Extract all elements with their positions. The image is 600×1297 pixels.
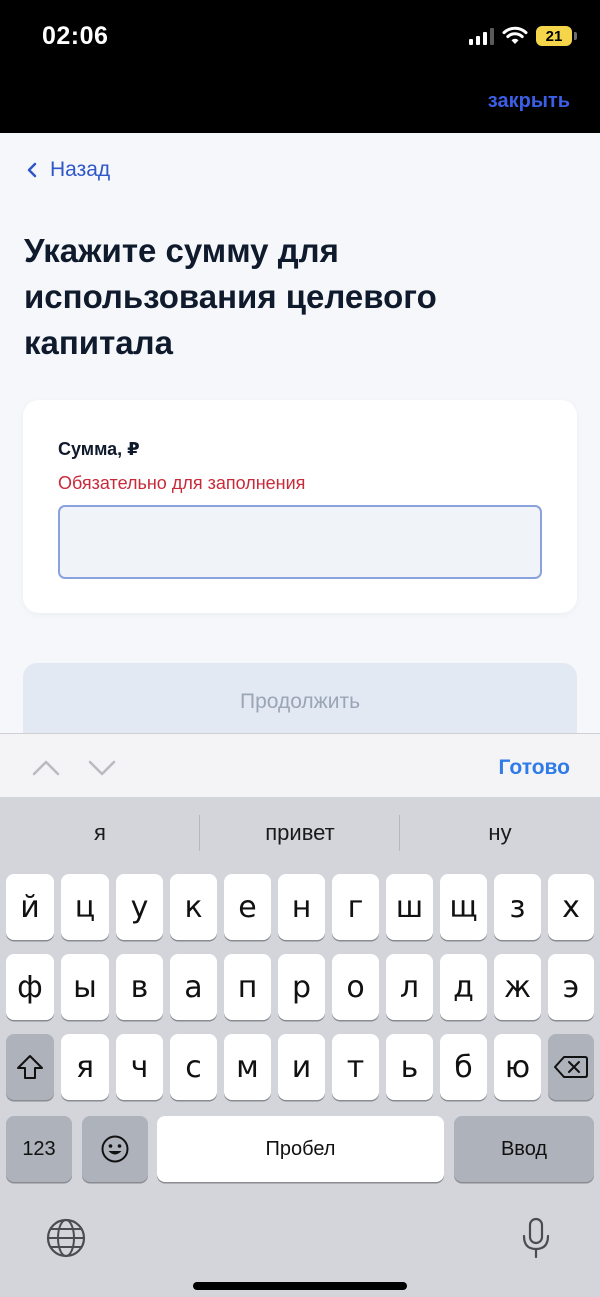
key[interactable]: о <box>332 954 379 1020</box>
emoji-key[interactable] <box>82 1116 148 1182</box>
previous-field-icon[interactable] <box>32 754 60 782</box>
chevron-left-icon <box>27 162 37 178</box>
key[interactable]: н <box>278 874 325 940</box>
suggestion-bar: я привет ну <box>0 797 600 869</box>
key[interactable]: ж <box>494 954 541 1020</box>
next-field-icon[interactable] <box>88 754 116 782</box>
key[interactable]: р <box>278 954 325 1020</box>
key[interactable]: з <box>494 874 541 940</box>
status-time: 02:06 <box>42 22 109 50</box>
key[interactable]: е <box>224 874 271 940</box>
enter-key[interactable]: Ввод <box>454 1116 594 1182</box>
keyboard: я привет ну й ц у к е н г ш щ з х ф ы в … <box>0 797 600 1297</box>
backspace-key[interactable] <box>548 1034 594 1100</box>
top-bar: 02:06 21 закрыть <box>0 0 600 133</box>
key[interactable]: ф <box>6 954 54 1020</box>
key[interactable]: п <box>224 954 271 1020</box>
key[interactable]: э <box>548 954 594 1020</box>
key[interactable]: ы <box>61 954 109 1020</box>
battery-icon: 21 <box>536 26 577 46</box>
key[interactable]: ю <box>494 1034 541 1100</box>
status-icons: 21 <box>469 24 577 48</box>
key[interactable]: с <box>170 1034 217 1100</box>
shift-icon <box>17 1055 43 1079</box>
back-link[interactable]: Назад <box>26 158 110 182</box>
key[interactable]: а <box>170 954 217 1020</box>
backspace-icon <box>554 1056 588 1078</box>
key[interactable]: б <box>440 1034 487 1100</box>
key[interactable]: т <box>332 1034 379 1100</box>
suggestion-item[interactable]: я <box>0 820 200 846</box>
amount-input[interactable] <box>58 505 542 579</box>
page-title: Укажите сумму для использования целевого… <box>24 232 437 361</box>
numbers-key[interactable]: 123 <box>6 1116 72 1182</box>
key[interactable]: г <box>332 874 379 940</box>
key[interactable]: й <box>6 874 54 940</box>
key[interactable]: и <box>278 1034 325 1100</box>
globe-icon[interactable] <box>44 1216 88 1260</box>
suggestion-item[interactable]: привет <box>200 820 400 846</box>
microphone-icon[interactable] <box>514 1216 558 1260</box>
key[interactable]: х <box>548 874 594 940</box>
keyboard-accessory-bar: Готово <box>0 733 600 797</box>
close-link[interactable]: закрыть <box>488 90 570 113</box>
continue-button[interactable]: Продолжить <box>23 663 577 741</box>
key[interactable]: у <box>116 874 163 940</box>
back-label: Назад <box>50 158 111 181</box>
cellular-signal-icon <box>469 27 494 45</box>
amount-label: Сумма, ₽ <box>58 439 140 459</box>
home-indicator <box>193 1282 407 1290</box>
amount-error: Обязательно для заполнения <box>58 473 306 493</box>
space-key[interactable]: Пробел <box>157 1116 444 1182</box>
key[interactable]: м <box>224 1034 271 1100</box>
key[interactable]: ц <box>61 874 109 940</box>
key[interactable]: щ <box>440 874 487 940</box>
shift-key[interactable] <box>6 1034 54 1100</box>
key[interactable]: ч <box>116 1034 163 1100</box>
key[interactable]: ш <box>386 874 433 940</box>
key[interactable]: в <box>116 954 163 1020</box>
key[interactable]: к <box>170 874 217 940</box>
suggestion-item[interactable]: ну <box>400 820 600 846</box>
done-button[interactable]: Готово <box>499 756 570 780</box>
key[interactable]: я <box>61 1034 109 1100</box>
key[interactable]: ь <box>386 1034 433 1100</box>
wifi-icon <box>502 26 528 44</box>
key[interactable]: д <box>440 954 487 1020</box>
key[interactable]: л <box>386 954 433 1020</box>
amount-card: Сумма, ₽ Обязательно для заполнения <box>23 400 577 613</box>
emoji-icon <box>101 1135 129 1163</box>
